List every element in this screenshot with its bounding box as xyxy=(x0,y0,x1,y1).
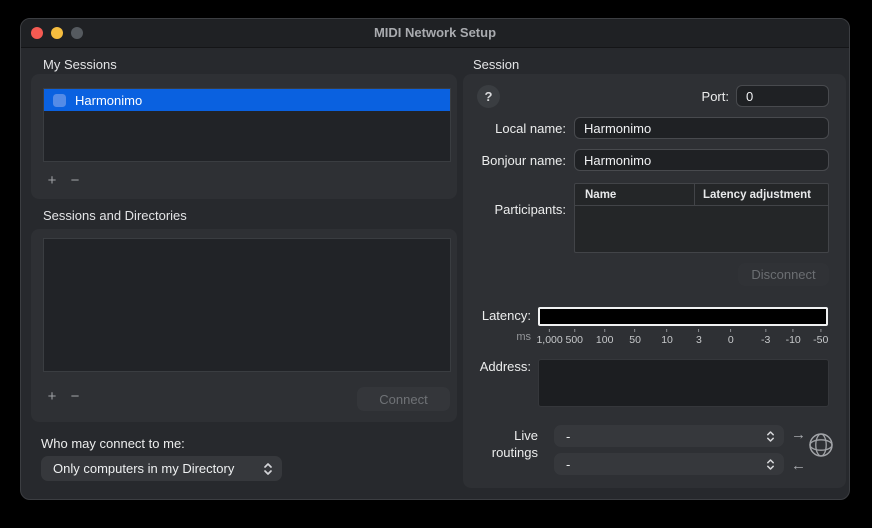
address-label: Address: xyxy=(479,359,531,374)
who-may-connect-label: Who may connect to me: xyxy=(41,436,185,451)
remove-session-button[interactable]: − xyxy=(68,173,82,188)
session-name: Harmonimo xyxy=(75,92,143,108)
add-session-button[interactable]: + xyxy=(45,173,59,188)
session-list-item[interactable]: Harmonimo xyxy=(44,89,450,111)
who-may-connect-select[interactable]: Only computers in my Directory xyxy=(41,456,282,481)
chevron-up-down-icon xyxy=(264,462,272,475)
latency-label: Latency: xyxy=(481,308,531,323)
tick-label: -10 xyxy=(785,334,801,346)
live-routings-label: Live routings xyxy=(491,428,538,460)
connect-button[interactable]: Connect xyxy=(357,387,450,411)
remove-directory-button[interactable]: − xyxy=(68,389,82,404)
local-name-field[interactable]: Harmonimo xyxy=(574,117,829,139)
add-directory-button[interactable]: + xyxy=(45,389,59,404)
my-sessions-heading: My Sessions xyxy=(43,57,117,72)
tick-label: 0 xyxy=(727,334,734,346)
bonjour-name-field[interactable]: Harmonimo xyxy=(574,149,829,171)
live-routing-upper-value: - xyxy=(566,428,571,444)
routing-out-arrow-icon: → xyxy=(791,426,806,443)
session-heading: Session xyxy=(473,57,520,72)
midi-network-setup-window: MIDI Network Setup My Sessions Harmonimo… xyxy=(20,18,850,500)
my-sessions-list[interactable]: Harmonimo xyxy=(43,88,451,162)
directories-heading: Sessions and Directories xyxy=(43,208,187,223)
live-routing-upper-select[interactable]: - xyxy=(554,425,784,447)
my-sessions-panel: Harmonimo + − xyxy=(31,74,457,199)
participants-table[interactable]: Name Latency adjustment xyxy=(574,183,829,253)
column-header-name: Name xyxy=(585,188,617,201)
live-routing-lower-select[interactable]: - xyxy=(554,453,784,475)
chevron-up-down-icon xyxy=(767,458,774,470)
tick-label: 10 xyxy=(661,334,673,346)
disconnect-button[interactable]: Disconnect xyxy=(738,263,829,286)
live-routing-lower-value: - xyxy=(566,456,571,472)
directories-panel: + − Connect xyxy=(31,229,457,422)
chevron-up-down-icon xyxy=(767,430,774,442)
window-title: MIDI Network Setup xyxy=(373,25,497,40)
participants-label: Participants: xyxy=(494,202,566,217)
participants-table-header: Name Latency adjustment xyxy=(575,184,828,206)
latency-meter xyxy=(538,307,828,326)
column-header-latency-adjustment: Latency adjustment xyxy=(694,184,828,205)
latency-unit-label: ms xyxy=(516,331,531,343)
session-enabled-checkbox[interactable] xyxy=(53,93,66,107)
tick-label: -3 xyxy=(760,334,771,346)
local-name-label: Local name: xyxy=(495,121,566,136)
address-box xyxy=(538,359,829,407)
globe-icon xyxy=(809,433,833,457)
tick-label: 50 xyxy=(629,334,641,346)
port-label: Port: xyxy=(701,89,729,104)
tick-label: -50 xyxy=(813,334,829,346)
title-bar: MIDI Network Setup xyxy=(21,19,849,48)
port-field[interactable]: 0 xyxy=(736,85,829,107)
tick-label: 1,000 xyxy=(536,334,563,346)
routing-in-arrow-icon: ← xyxy=(791,457,806,474)
tick-label: 3 xyxy=(696,334,702,346)
help-button[interactable]: ? xyxy=(477,85,500,108)
session-panel: ? Port: 0 Local name: Harmonimo Bonjour … xyxy=(463,74,846,488)
bonjour-name-label: Bonjour name: xyxy=(481,153,566,168)
latency-scale: 1,000 500 100 50 10 3 0 -3 -10 -50 xyxy=(536,329,829,347)
directories-list[interactable] xyxy=(43,238,451,372)
tick-label: 100 xyxy=(595,334,614,346)
tick-label: 500 xyxy=(565,334,584,346)
who-may-connect-value: Only computers in my Directory xyxy=(53,461,235,476)
